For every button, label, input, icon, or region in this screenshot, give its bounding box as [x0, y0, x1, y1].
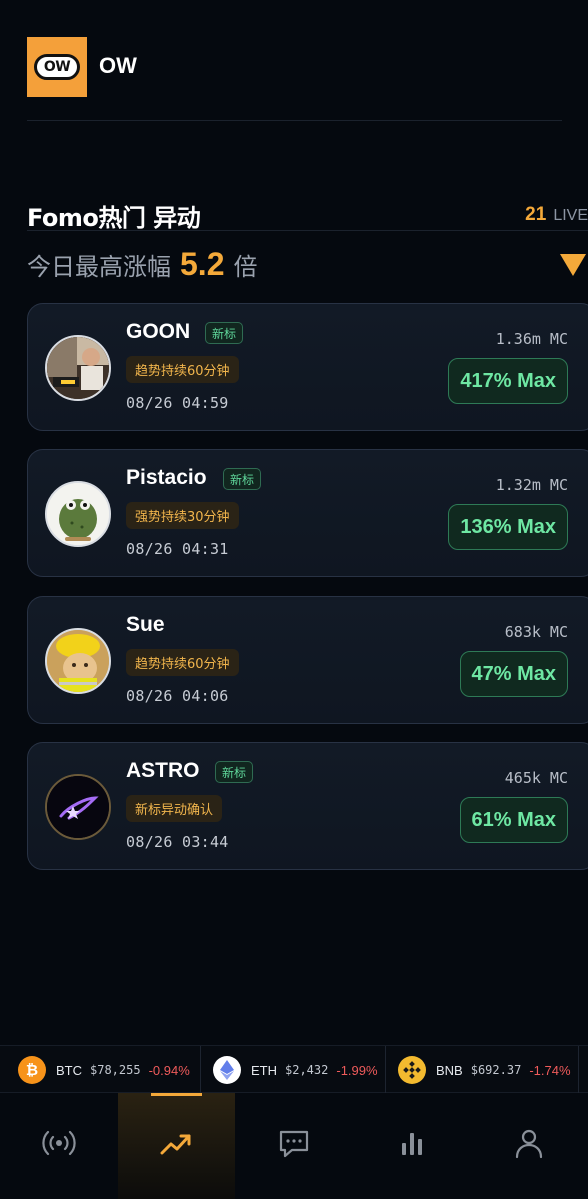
token-name: ASTRO	[126, 759, 200, 782]
nav-live-radar[interactable]	[37, 1121, 81, 1165]
new-badge: 新标	[205, 322, 244, 344]
token-card[interactable]: Sue 趋势持续60分钟 08/26 04:06 683k MC 47% Max	[27, 596, 588, 724]
ticker-price: $78,255	[90, 1063, 141, 1077]
token-time: 08/26 04:31	[126, 540, 229, 558]
chat-icon	[279, 1130, 309, 1158]
broadcast-icon	[42, 1130, 76, 1156]
ticker-symbol: BNB	[436, 1062, 463, 1078]
section-divider	[27, 230, 588, 231]
ticker-change: -0.94%	[148, 1062, 190, 1078]
max-gain: 417% Max	[448, 358, 568, 404]
nav-trending[interactable]	[154, 1121, 198, 1165]
nav-chat[interactable]	[272, 1121, 316, 1165]
frog-avatar	[45, 481, 111, 547]
ticker-item-eth[interactable]: ETH $2,432 -1.99%	[213, 1046, 378, 1094]
daily-max-label: 今日最高涨幅	[27, 253, 171, 281]
token-name: Pistacio	[126, 466, 207, 489]
logo-text: OW	[34, 54, 80, 80]
ticker-divider	[578, 1046, 579, 1094]
market-cap: 683k MC	[504, 623, 568, 641]
nav-profile[interactable]	[507, 1121, 551, 1165]
ticker-change: -1.74%	[529, 1062, 571, 1078]
nav-stats[interactable]	[390, 1121, 434, 1165]
trend-tag: 强势持续30分钟	[126, 502, 239, 529]
ticker-price: $692.37	[470, 1063, 522, 1077]
daily-max-value: 5.2	[180, 246, 225, 282]
token-name: GOON	[126, 320, 191, 343]
daily-max-unit: 倍	[233, 253, 258, 281]
token-time: 08/26 03:44	[126, 833, 229, 851]
app-header: OW OW	[27, 37, 562, 121]
token-time: 08/26 04:59	[126, 394, 229, 412]
ticker-price: $2,432	[285, 1063, 329, 1077]
nav-active-indicator	[151, 1093, 202, 1096]
app-logo[interactable]: OW	[27, 37, 87, 97]
market-cap: 1.36m MC	[495, 330, 568, 348]
ticker-item-bnb[interactable]: BNB $692.37 -1.74%	[398, 1046, 571, 1094]
cat-avatar	[45, 628, 111, 694]
live-label: LIVE	[553, 207, 588, 224]
trend-tag: 新标异动确认	[126, 795, 223, 822]
ticker-divider	[385, 1046, 386, 1094]
trend-tag: 趋势持续60分钟	[126, 356, 239, 383]
ticker-symbol: BTC	[56, 1062, 82, 1078]
live-indicator: 21 LIVE	[525, 204, 588, 228]
trend-tag: 趋势持续60分钟	[126, 649, 239, 676]
bnb-icon	[398, 1056, 426, 1084]
daily-max-gain: 今日最高涨幅 5.2 倍	[27, 246, 257, 283]
max-gain: 61% Max	[459, 797, 568, 843]
bitcoin-icon: ₿	[18, 1056, 46, 1084]
new-badge: 新标	[223, 468, 262, 490]
bottom-nav	[0, 1093, 588, 1199]
ticker-divider	[200, 1046, 201, 1094]
max-gain: 136% Max	[448, 504, 568, 550]
collapse-triangle-icon[interactable]	[560, 254, 586, 276]
ethereum-icon	[213, 1056, 241, 1084]
market-cap: 465k MC	[504, 769, 568, 787]
token-name: Sue	[126, 613, 165, 636]
bar-chart-icon	[402, 1133, 422, 1155]
ticker-change: -1.99%	[336, 1062, 378, 1078]
ticker-symbol: ETH	[251, 1062, 277, 1078]
section-title: Fomo热门 异动	[27, 204, 201, 232]
app-title: OW	[99, 53, 137, 78]
user-icon	[515, 1129, 543, 1159]
ticker-item-btc[interactable]: ₿ BTC $78,255 -0.94%	[18, 1046, 190, 1094]
token-card[interactable]: ASTRO 新标 新标异动确认 08/26 03:44 465k MC 61% …	[27, 742, 588, 870]
price-ticker: ₿ BTC $78,255 -0.94% ETH $2,432 -1.99% B…	[0, 1045, 588, 1094]
token-card[interactable]: Pistacio 新标 强势持续30分钟 08/26 04:31 1.32m M…	[27, 449, 588, 577]
new-badge: 新标	[215, 761, 254, 783]
star-avatar	[45, 774, 111, 840]
token-card[interactable]: GOON 新标 趋势持续60分钟 08/26 04:59 1.36m MC 41…	[27, 303, 588, 431]
market-cap: 1.32m MC	[495, 476, 568, 494]
live-count: 21	[525, 204, 547, 225]
max-gain: 47% Max	[459, 651, 568, 697]
photo-avatar	[45, 335, 111, 401]
token-time: 08/26 04:06	[126, 687, 229, 705]
trending-up-icon	[160, 1134, 191, 1155]
